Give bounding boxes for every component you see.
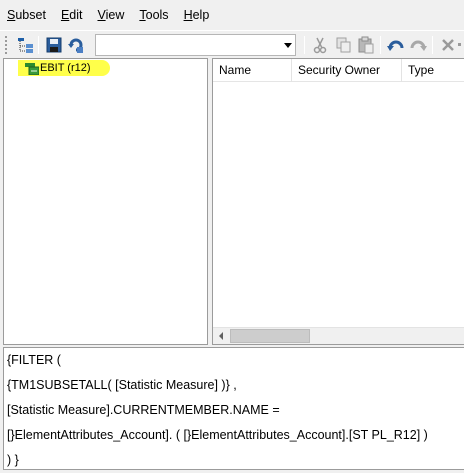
horizontal-scrollbar[interactable] bbox=[213, 327, 464, 344]
tree-view-icon[interactable] bbox=[16, 35, 36, 55]
column-header-name[interactable]: Name bbox=[213, 59, 292, 82]
menu-help[interactable]: Help bbox=[177, 0, 218, 30]
toolbar-overflow-icon[interactable] bbox=[458, 35, 464, 55]
menu-subset-label: ubset bbox=[15, 8, 46, 22]
tree-node-label: EBIT (r12) bbox=[40, 62, 91, 74]
delete-icon[interactable] bbox=[438, 35, 458, 55]
cut-icon[interactable] bbox=[310, 35, 330, 55]
menu-view[interactable]: View bbox=[90, 0, 132, 30]
consolidated-element-icon bbox=[25, 63, 40, 76]
refresh-icon[interactable] bbox=[66, 35, 86, 55]
undo-icon[interactable] bbox=[386, 35, 406, 55]
scroll-thumb[interactable] bbox=[230, 329, 310, 343]
highlight-mark bbox=[90, 60, 110, 76]
menu-edit-label: dit bbox=[69, 8, 83, 22]
scroll-left-button[interactable] bbox=[213, 328, 230, 344]
menu-view-label: iew bbox=[105, 8, 125, 22]
expression-line: [}ElementAttributes_Account]. ( [}Elemen… bbox=[7, 428, 428, 442]
menu-tools[interactable]: Tools bbox=[132, 0, 176, 30]
column-header-security-owner[interactable]: Security Owner bbox=[292, 59, 402, 82]
save-icon[interactable] bbox=[44, 35, 64, 55]
toolbar-separator bbox=[432, 36, 433, 54]
toolbar bbox=[0, 30, 464, 58]
mdx-expression-pane[interactable]: {FILTER ( {TM1SUBSETALL( [Statistic Meas… bbox=[3, 347, 464, 470]
menu-help-label: elp bbox=[192, 8, 210, 22]
paste-icon[interactable] bbox=[356, 35, 376, 55]
toolbar-grip[interactable] bbox=[5, 35, 11, 54]
toolbar-separator bbox=[304, 36, 305, 54]
element-list-pane[interactable]: Name Security Owner Type bbox=[212, 58, 464, 345]
subset-combo[interactable] bbox=[95, 34, 296, 56]
toolbar-separator bbox=[380, 36, 381, 54]
subset-tree-pane[interactable]: EBIT (r12) bbox=[3, 58, 208, 345]
list-header: Name Security Owner Type bbox=[213, 59, 464, 82]
column-header-type[interactable]: Type bbox=[402, 59, 464, 82]
menu-subset[interactable]: Subset bbox=[0, 0, 54, 30]
menu-edit[interactable]: Edit bbox=[54, 0, 91, 30]
menu-bar: Subset Edit View Tools Help bbox=[0, 0, 464, 30]
toolbar-separator bbox=[38, 36, 39, 54]
expression-line: [Statistic Measure].CURRENTMEMBER.NAME = bbox=[7, 403, 280, 417]
expression-line: ) } bbox=[7, 453, 19, 467]
menu-view-accel: V bbox=[97, 8, 106, 22]
copy-icon[interactable] bbox=[333, 35, 353, 55]
redo-icon[interactable] bbox=[408, 35, 428, 55]
chevron-left-icon bbox=[219, 332, 223, 340]
expression-line: {TM1SUBSETALL( [Statistic Measure] )} , bbox=[7, 378, 237, 392]
menu-help-accel: H bbox=[183, 8, 193, 22]
tree-node-ebit[interactable]: EBIT (r12) bbox=[18, 60, 110, 76]
chevron-down-icon[interactable] bbox=[284, 43, 292, 48]
menu-tools-label: ools bbox=[145, 8, 169, 22]
expression-line: {FILTER ( bbox=[7, 353, 61, 367]
